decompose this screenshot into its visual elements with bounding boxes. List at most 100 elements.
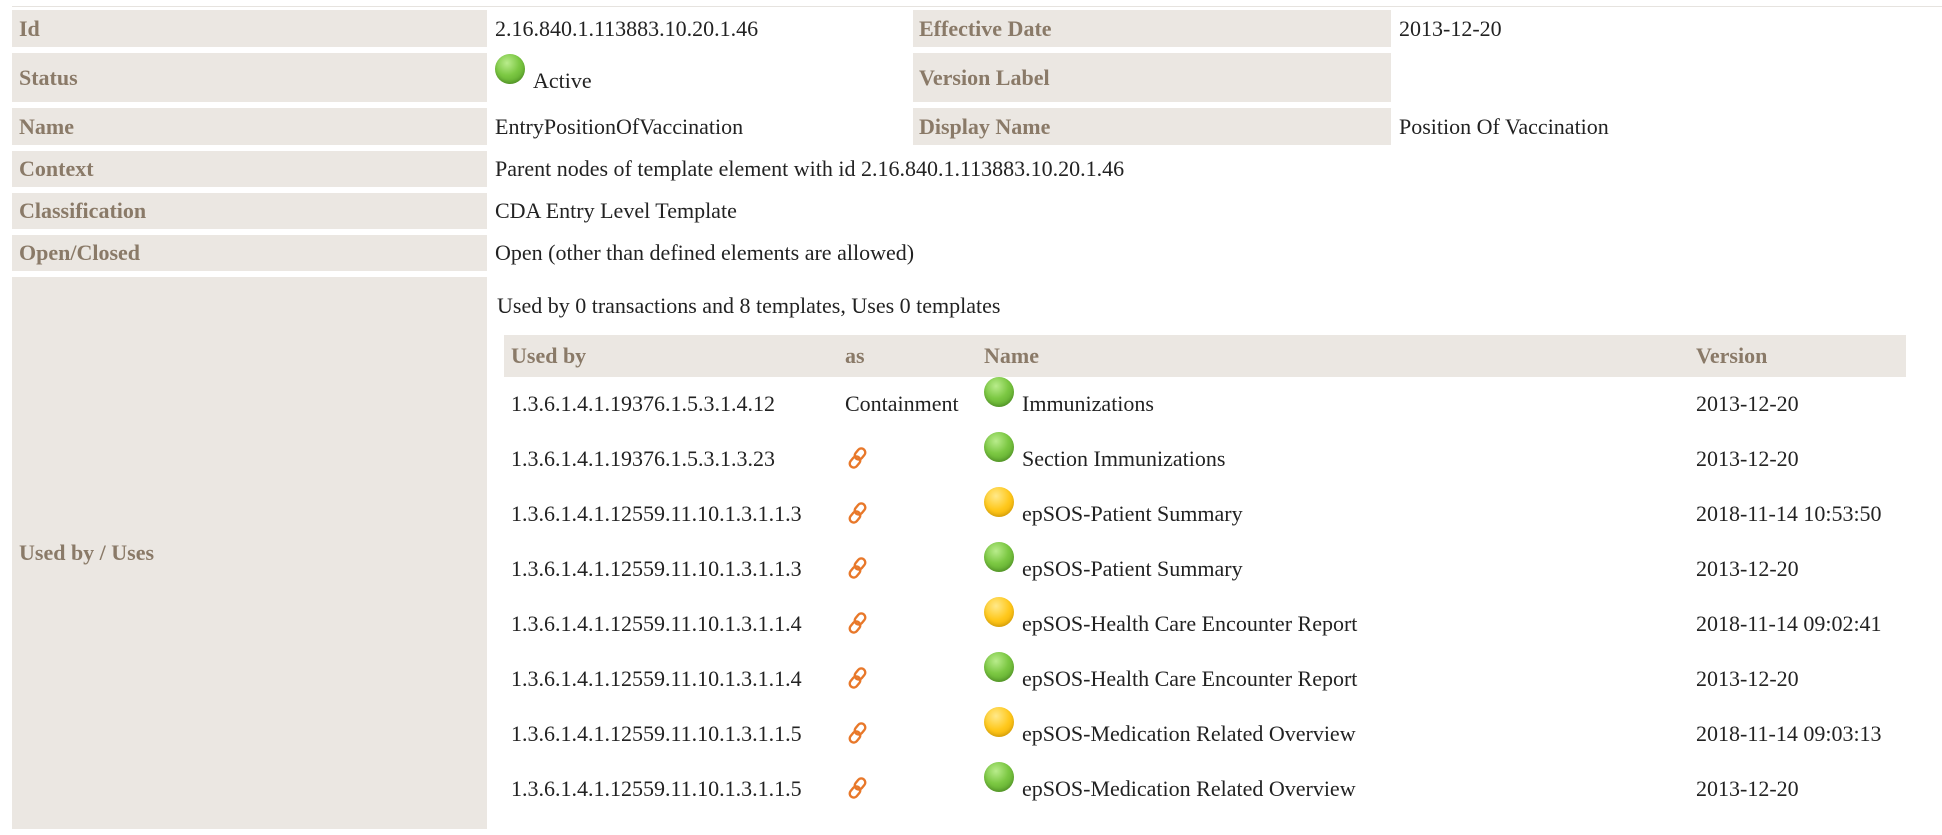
table-row[interactable]: 1.3.6.1.4.1.12559.11.10.1.3.1.1.4 epSOS-H… (504, 597, 1906, 652)
link-icon[interactable] (845, 555, 871, 581)
status-draft-icon (984, 487, 1014, 517)
used-by-name-cell: epSOS-Patient Summary (977, 487, 1689, 542)
used-by-table: Used by as Name Version 1.3.6.1.4.1.1937… (504, 335, 1906, 817)
table-row[interactable]: 1.3.6.1.4.1.12559.11.10.1.3.1.1.3 epSOS-P… (504, 487, 1906, 542)
status-value: Active (533, 67, 592, 93)
link-icon[interactable] (845, 610, 871, 636)
table-row[interactable]: 1.3.6.1.4.1.19376.1.5.3.1.3.23 Section Im… (504, 432, 1906, 487)
status-active-icon (984, 432, 1014, 462)
open-closed-label: Open/Closed (12, 235, 487, 271)
used-by-summary: Used by 0 transactions and 8 templates, … (497, 293, 1001, 318)
used-by-as (838, 432, 977, 487)
effective-date-label: Effective Date (913, 10, 1391, 47)
used-by-name-cell: Section Immunizations (977, 432, 1689, 487)
used-by-table-body: 1.3.6.1.4.1.19376.1.5.3.1.4.12 Containmen… (504, 377, 1906, 817)
used-by-as: Containment (845, 391, 959, 416)
display-name-label: Display Name (913, 108, 1391, 145)
id-value: 2.16.840.1.113883.10.20.1.46 (495, 15, 759, 41)
context-label: Context (12, 151, 487, 187)
used-by-name-cell: epSOS-Medication Related Overview (977, 707, 1689, 762)
status-value-cell: Active (487, 53, 913, 102)
used-by-name-cell: epSOS-Medication Related Overview (977, 762, 1689, 817)
used-by-version: 2013-12-20 (1696, 446, 1799, 471)
name-value: EntryPositionOfVaccination (495, 113, 744, 139)
template-details-table: Id 2.16.840.1.113883.10.20.1.46 Effectiv… (12, 4, 1942, 835)
used-by-name-cell: epSOS-Health Care Encounter Report (977, 597, 1689, 652)
used-by-as (838, 542, 977, 597)
used-by-id: 1.3.6.1.4.1.12559.11.10.1.3.1.1.3 (511, 556, 802, 581)
used-by-id: 1.3.6.1.4.1.12559.11.10.1.3.1.1.4 (511, 666, 802, 691)
header-used-by: Used by (504, 335, 838, 377)
status-active-icon (984, 542, 1014, 572)
used-by-id: 1.3.6.1.4.1.19376.1.5.3.1.4.12 (511, 391, 775, 416)
table-row[interactable]: 1.3.6.1.4.1.19376.1.5.3.1.4.12 Containmen… (504, 377, 1906, 432)
used-by-as (838, 597, 977, 652)
classification-value: CDA Entry Level Template (495, 198, 737, 223)
version-label-value (1391, 53, 1942, 102)
status-label: Status (12, 53, 487, 102)
used-by-as (838, 487, 977, 542)
link-icon[interactable] (845, 665, 871, 691)
row-used-by-uses: Used by / Uses Used by 0 transactions an… (12, 277, 1942, 829)
used-by-version: 2018-11-14 10:53:50 (1696, 501, 1882, 526)
link-icon[interactable] (845, 445, 871, 471)
used-by-uses-cell: Used by 0 transactions and 8 templates, … (487, 277, 1942, 829)
used-by-as (838, 762, 977, 817)
status-active-icon (984, 652, 1014, 682)
used-by-version: 2018-11-14 09:03:13 (1696, 721, 1882, 746)
table-row[interactable]: 1.3.6.1.4.1.12559.11.10.1.3.1.1.5 epSOS-M… (504, 707, 1906, 762)
used-by-name[interactable]: epSOS-Health Care Encounter Report (1022, 611, 1357, 636)
classification-label: Classification (12, 193, 487, 229)
table-row[interactable]: 1.3.6.1.4.1.12559.11.10.1.3.1.1.4 epSOS-H… (504, 652, 1906, 707)
open-closed-value: Open (other than defined elements are al… (495, 240, 915, 265)
used-by-version: 2013-12-20 (1696, 666, 1799, 691)
link-icon[interactable] (845, 775, 871, 801)
used-by-version: 2013-12-20 (1696, 776, 1799, 801)
used-by-version: 2013-12-20 (1696, 556, 1799, 581)
version-label-label: Version Label (913, 53, 1391, 102)
used-by-version: 2013-12-20 (1696, 391, 1799, 416)
used-by-id: 1.3.6.1.4.1.12559.11.10.1.3.1.1.5 (511, 721, 802, 746)
row-name: Name EntryPositionOfVaccination Display … (12, 108, 1942, 145)
used-by-as (838, 652, 977, 707)
status-active-icon (984, 377, 1014, 407)
used-by-name[interactable]: epSOS-Health Care Encounter Report (1022, 666, 1357, 691)
used-by-name[interactable]: epSOS-Medication Related Overview (1022, 721, 1356, 746)
used-by-id: 1.3.6.1.4.1.19376.1.5.3.1.3.23 (511, 446, 775, 471)
header-as: as (838, 335, 977, 377)
used-by-id: 1.3.6.1.4.1.12559.11.10.1.3.1.1.3 (511, 501, 802, 526)
status-active-icon (984, 762, 1014, 792)
header-version: Version (1689, 335, 1906, 377)
link-icon[interactable] (845, 720, 871, 746)
name-label: Name (12, 108, 487, 145)
used-by-name[interactable]: epSOS-Medication Related Overview (1022, 776, 1356, 801)
row-open-closed: Open/Closed Open (other than defined ele… (12, 235, 1942, 271)
row-context: Context Parent nodes of template element… (12, 151, 1942, 187)
display-name-value: Position Of Vaccination (1399, 113, 1609, 139)
table-row[interactable]: 1.3.6.1.4.1.12559.11.10.1.3.1.1.3 epSOS-P… (504, 542, 1906, 597)
status-draft-icon (984, 597, 1014, 627)
used-by-name-cell: epSOS-Health Care Encounter Report (977, 652, 1689, 707)
table-row[interactable]: 1.3.6.1.4.1.12559.11.10.1.3.1.1.5 epSOS-M… (504, 762, 1906, 817)
effective-date-value: 2013-12-20 (1399, 15, 1502, 41)
row-classification: Classification CDA Entry Level Template (12, 193, 1942, 229)
used-by-id: 1.3.6.1.4.1.12559.11.10.1.3.1.1.5 (511, 776, 802, 801)
used-by-name-cell: epSOS-Patient Summary (977, 542, 1689, 597)
header-name: Name (977, 335, 1689, 377)
used-by-name-cell: Immunizations (977, 377, 1689, 432)
status-draft-icon (984, 707, 1014, 737)
used-by-name[interactable]: Section Immunizations (1022, 446, 1225, 471)
used-by-id: 1.3.6.1.4.1.12559.11.10.1.3.1.1.4 (511, 611, 802, 636)
id-label: Id (12, 10, 487, 47)
used-by-as (838, 707, 977, 762)
row-id: Id 2.16.840.1.113883.10.20.1.46 Effectiv… (12, 10, 1942, 47)
used-by-name[interactable]: epSOS-Patient Summary (1022, 501, 1243, 526)
link-icon[interactable] (845, 500, 871, 526)
used-by-header-row: Used by as Name Version (504, 335, 1906, 377)
used-by-version: 2018-11-14 09:02:41 (1696, 611, 1882, 636)
used-by-name[interactable]: epSOS-Patient Summary (1022, 556, 1243, 581)
status-active-icon (495, 53, 525, 84)
used-by-uses-label: Used by / Uses (12, 277, 487, 829)
used-by-section: Used by 0 transactions and 8 templates, … (487, 277, 1942, 829)
used-by-name[interactable]: Immunizations (1022, 391, 1154, 416)
